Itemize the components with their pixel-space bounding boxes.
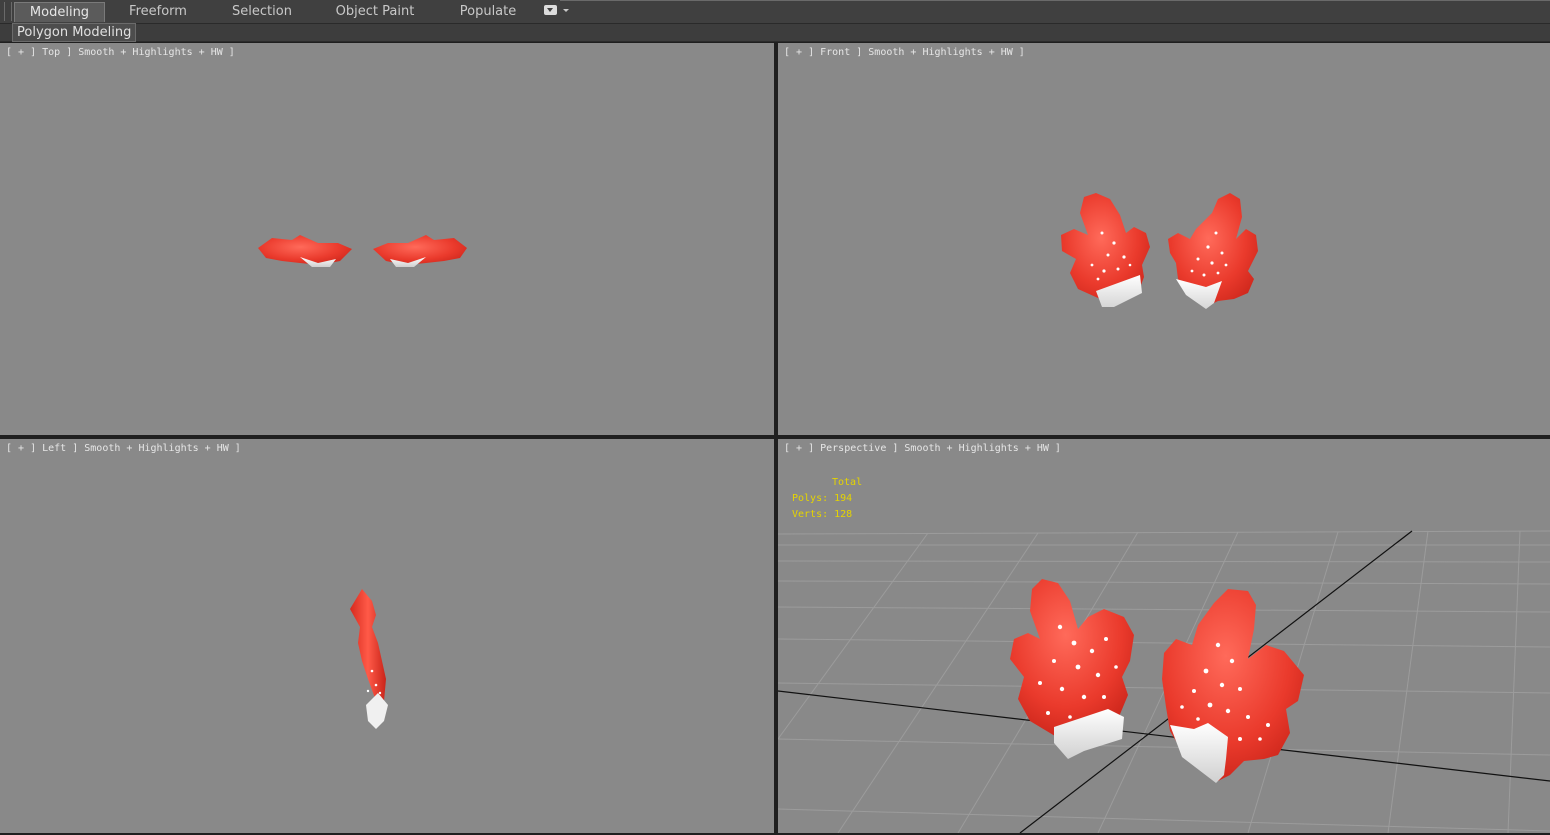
tab-modeling[interactable]: Modeling — [14, 2, 105, 22]
ribbon-divider — [560, 0, 1550, 1]
viewport-front-label[interactable]: [ + ] Front ] Smooth + Highlights + HW ] — [784, 47, 1025, 58]
viewport-layout: [ + ] Top ] Smooth + Highlights + HW ] [… — [0, 42, 1550, 835]
viewport-top-canvas — [258, 235, 467, 267]
stats-total-label: Total — [832, 477, 863, 488]
viewport-left-label[interactable]: [ + ] Left ] Smooth + Highlights + HW ] — [6, 443, 241, 454]
perspective-left-glove — [1010, 579, 1134, 759]
viewport-top[interactable]: [ + ] Top ] Smooth + Highlights + HW ] — [0, 43, 774, 435]
polygon-modeling-panel-label[interactable]: Polygon Modeling — [12, 23, 137, 42]
viewport-front[interactable]: [ + ] Front ] Smooth + Highlights + HW ] — [778, 43, 1550, 435]
ribbon-tab-bar: Modeling Freeform Selection Object Paint… — [0, 0, 1550, 24]
stats-polys: Polys: 194 — [792, 493, 853, 504]
ribbon-panel-bar — [0, 24, 1550, 41]
front-view-left-glove — [1061, 193, 1150, 307]
top-view-left-glove — [258, 235, 352, 267]
viewport-left-canvas — [350, 589, 388, 729]
tab-selection[interactable]: Selection — [222, 2, 302, 21]
ribbon-options-icon — [544, 5, 557, 15]
stats-verts: Verts: 128 — [792, 509, 853, 520]
ribbon-grip-handle[interactable] — [4, 2, 12, 21]
tab-object-paint[interactable]: Object Paint — [330, 2, 420, 21]
perspective-right-glove — [1162, 589, 1304, 783]
left-view-glove-profile — [350, 589, 388, 729]
viewport-perspective[interactable]: [ + ] Perspective ] Smooth + Highlights … — [778, 439, 1550, 833]
front-view-right-glove — [1168, 193, 1258, 309]
viewport-front-canvas — [1061, 193, 1258, 309]
ribbon-options-dropdown[interactable] — [544, 5, 570, 17]
chevron-down-icon — [563, 9, 569, 12]
viewport-perspective-label[interactable]: [ + ] Perspective ] Smooth + Highlights … — [784, 443, 1061, 454]
viewport-perspective-canvas — [778, 530, 1550, 833]
viewport-top-label[interactable]: [ + ] Top ] Smooth + Highlights + HW ] — [6, 47, 235, 58]
scene-statistics: Total Polys: 194 Verts: 128 — [792, 475, 862, 523]
viewport-left[interactable]: [ + ] Left ] Smooth + Highlights + HW ] — [0, 439, 774, 833]
tab-freeform[interactable]: Freeform — [118, 2, 198, 21]
tab-populate[interactable]: Populate — [448, 2, 528, 21]
top-view-right-glove — [373, 235, 467, 267]
